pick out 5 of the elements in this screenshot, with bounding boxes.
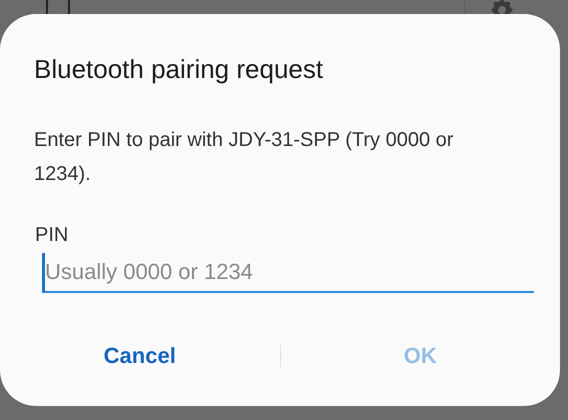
dialog-message: Enter PIN to pair with JDY-31-SPP (Try 0000 or 1234). xyxy=(34,128,454,187)
field-label: PIN xyxy=(35,224,70,247)
dialog-button[interactable]: Cancel xyxy=(0,335,280,377)
pin-field[interactable]: Usually 0000 or 1234 xyxy=(42,253,534,293)
dialog-title: Bluetooth pairing request xyxy=(34,54,324,85)
